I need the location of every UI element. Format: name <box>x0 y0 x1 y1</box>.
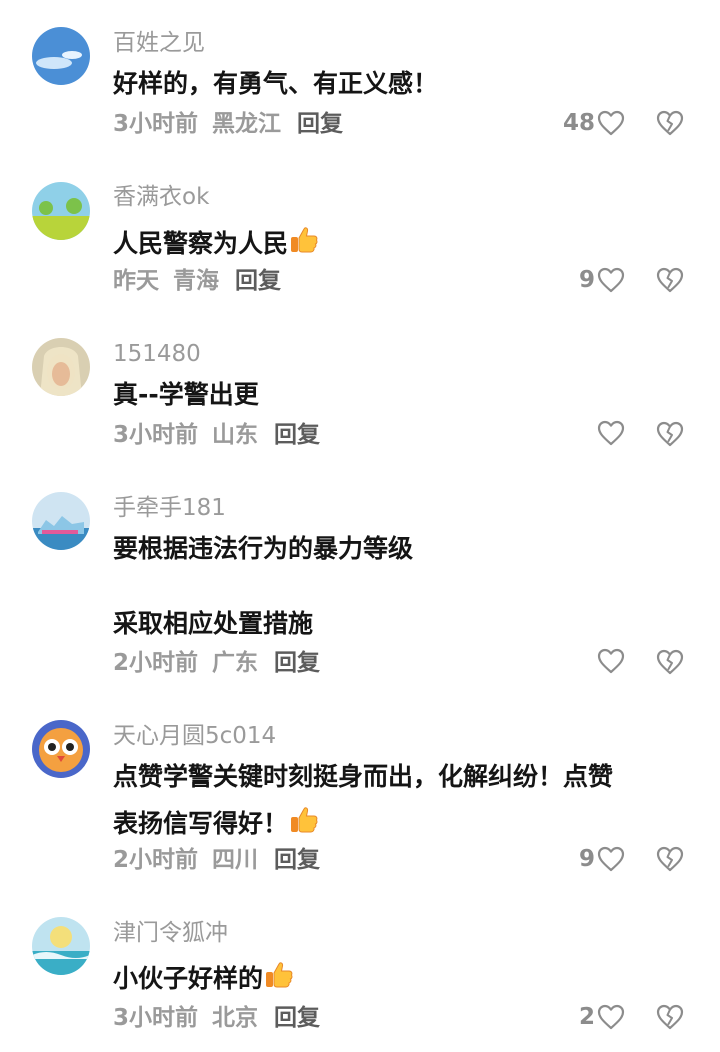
username[interactable]: 手牵手181 <box>113 494 226 522</box>
like-button[interactable]: 9 <box>579 266 625 294</box>
reply-button[interactable]: 回复 <box>274 650 320 676</box>
username[interactable]: 天心月圆5c014 <box>113 722 276 750</box>
comment-time: 3小时前 <box>113 1005 199 1031</box>
like-button[interactable]: 2 <box>579 1003 625 1031</box>
broken-heart-icon[interactable] <box>656 267 684 293</box>
like-button[interactable] <box>595 648 625 674</box>
comment-time: 3小时前 <box>113 111 199 137</box>
broken-heart-icon[interactable] <box>656 846 684 872</box>
thumbs-up-emoji <box>264 960 294 990</box>
reply-button[interactable]: 回复 <box>274 847 320 873</box>
username[interactable]: 香满衣ok <box>113 183 209 211</box>
broken-heart-icon[interactable] <box>656 649 684 675</box>
like-button[interactable]: 48 <box>563 109 625 137</box>
comment-text: 采取相应处置措施 <box>113 609 314 638</box>
username[interactable]: 151480 <box>113 340 201 368</box>
user-avatar[interactable] <box>32 492 90 550</box>
heart-outline-icon <box>597 110 625 136</box>
like-count: 2 <box>578 1004 595 1030</box>
comment-text: 真--学警出更 <box>113 380 259 409</box>
comment-text: 人民警察为人民 <box>113 225 319 259</box>
comment-time: 昨天 <box>113 268 159 294</box>
thumbs-up-emoji <box>289 805 319 835</box>
comment-meta: 2小时前 广东 回复 <box>113 649 334 677</box>
user-avatar[interactable] <box>32 338 90 396</box>
heart-outline-icon <box>597 267 625 293</box>
broken-heart-icon[interactable] <box>656 421 684 447</box>
heart-outline-icon <box>597 1004 625 1030</box>
comment-text: 好样的，有勇气、有正义感！ <box>113 69 439 98</box>
heart-outline-icon <box>597 420 625 446</box>
comment-meta: 3小时前 山东 回复 <box>113 421 334 449</box>
comment-time: 2小时前 <box>113 847 199 873</box>
username[interactable]: 津门令狐冲 <box>113 919 228 947</box>
reply-button[interactable]: 回复 <box>235 268 281 294</box>
comment-time: 2小时前 <box>113 650 199 676</box>
comment-meta: 3小时前 北京 回复 <box>113 1004 334 1032</box>
like-count: 9 <box>578 267 595 293</box>
broken-heart-icon[interactable] <box>656 1004 684 1030</box>
comment-text: 小伙子好样的 <box>113 960 294 994</box>
comment-meta: 3小时前 黑龙江 回复 <box>113 110 357 138</box>
heart-outline-icon <box>597 846 625 872</box>
thumbs-up-emoji <box>289 225 319 255</box>
heart-outline-icon <box>597 648 625 674</box>
user-avatar[interactable] <box>32 720 90 778</box>
user-avatar[interactable] <box>32 27 90 85</box>
comment-text: 表扬信写得好！ <box>113 805 319 839</box>
comment-location: 北京 <box>212 1005 259 1031</box>
comment-meta: 昨天 青海 回复 <box>113 267 295 295</box>
user-avatar[interactable] <box>32 182 90 240</box>
username[interactable]: 百姓之见 <box>113 29 205 57</box>
like-count: 9 <box>578 846 595 872</box>
reply-button[interactable]: 回复 <box>274 422 320 448</box>
like-count: 48 <box>562 110 595 136</box>
comment-location: 黑龙江 <box>212 111 282 137</box>
comment-meta: 2小时前 四川 回复 <box>113 846 334 874</box>
comment-text: 要根据违法行为的暴力等级 <box>113 534 414 563</box>
user-avatar[interactable] <box>32 917 90 975</box>
comment-location: 青海 <box>173 268 219 294</box>
comment-location: 四川 <box>212 847 259 873</box>
comment-location: 山东 <box>212 422 259 448</box>
reply-button[interactable]: 回复 <box>274 1005 320 1031</box>
comment-time: 3小时前 <box>113 422 199 448</box>
broken-heart-icon[interactable] <box>656 110 684 136</box>
reply-button[interactable]: 回复 <box>297 111 343 137</box>
comment-text: 点赞学警关键时刻挺身而出，化解纠纷！点赞 <box>113 762 614 791</box>
like-button[interactable]: 9 <box>579 845 625 873</box>
comment-location: 广东 <box>212 650 259 676</box>
like-button[interactable] <box>595 420 625 446</box>
